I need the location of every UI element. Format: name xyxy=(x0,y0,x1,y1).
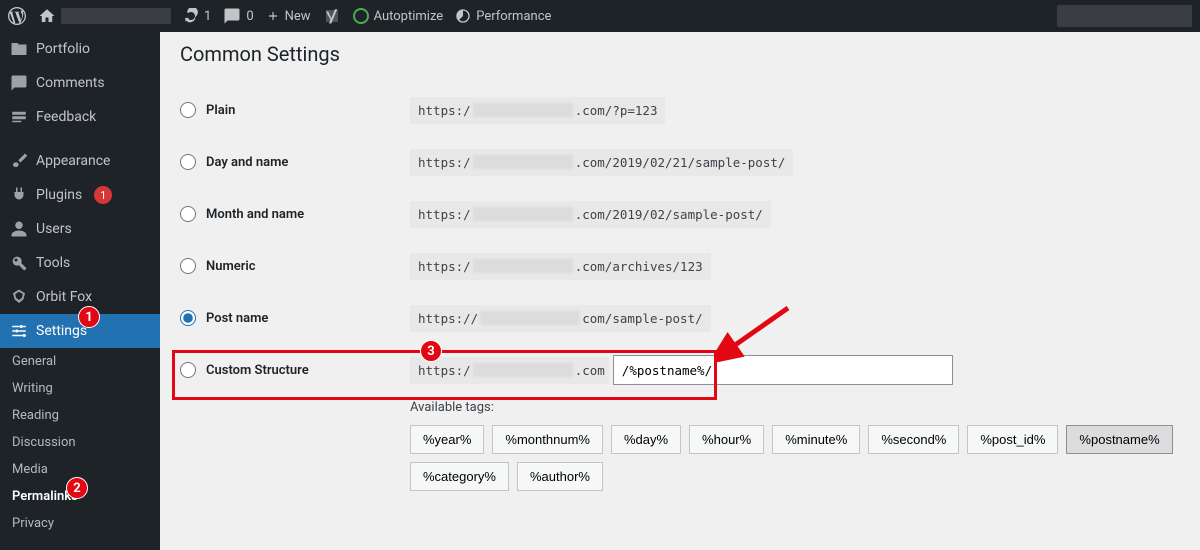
feedback-icon xyxy=(10,108,28,126)
tag-post-id[interactable]: %post_id% xyxy=(967,425,1058,454)
available-tags-label: Available tags: xyxy=(410,400,1180,415)
performance-item[interactable]: Performance xyxy=(455,8,551,24)
sidebar-item-label: Orbit Fox xyxy=(36,289,92,305)
sidebar-item-label: Plugins xyxy=(36,187,82,203)
autoptimize-item[interactable]: Autoptimize xyxy=(353,8,444,24)
sidebar-item-label: Comments xyxy=(36,75,105,91)
wp-logo[interactable] xyxy=(8,7,26,25)
annotation-3: 3 xyxy=(420,340,442,362)
radio-plain[interactable]: Plain xyxy=(180,102,400,118)
submenu-discussion[interactable]: Discussion xyxy=(0,429,160,456)
sidebar-item-label: Tools xyxy=(36,255,70,271)
tag-day[interactable]: %day% xyxy=(611,425,681,454)
yoast-icon[interactable] xyxy=(323,7,341,25)
annotation-1: 1 xyxy=(78,306,100,328)
refresh-item[interactable]: 1 xyxy=(183,8,211,24)
radio-plain-input[interactable] xyxy=(180,102,196,118)
custom-structure-input[interactable] xyxy=(613,355,953,385)
comments-item[interactable]: 0 xyxy=(223,7,253,25)
tag-minute[interactable]: %minute% xyxy=(772,425,860,454)
sliders-icon xyxy=(10,322,28,340)
tag-hour[interactable]: %hour% xyxy=(689,425,764,454)
sidebar-item-label: Appearance xyxy=(36,153,110,169)
domain-redacted xyxy=(480,311,580,325)
wrench-icon xyxy=(10,254,28,272)
radio-monthname-input[interactable] xyxy=(180,206,196,222)
tag-author[interactable]: %author% xyxy=(517,462,603,491)
tag-category[interactable]: %category% xyxy=(410,462,509,491)
domain-redacted xyxy=(473,155,573,169)
domain-redacted xyxy=(473,363,573,377)
submenu-permalinks[interactable]: Permalinks 2 xyxy=(0,483,160,510)
sidebar-item-feedback[interactable]: Feedback xyxy=(0,100,160,134)
permalink-option-numeric: Numeric https:/.com/archives/123 xyxy=(180,240,1180,292)
domain-redacted xyxy=(473,207,573,221)
plugins-update-badge: 1 xyxy=(94,186,112,204)
tag-postname[interactable]: %postname% xyxy=(1066,425,1172,454)
permalink-option-postname: Post name https://com/sample-post/ xyxy=(180,292,1180,344)
radio-monthname[interactable]: Month and name xyxy=(180,206,400,222)
refresh-count: 1 xyxy=(204,9,211,24)
autoptimize-label: Autoptimize xyxy=(374,9,444,24)
radio-postname-input[interactable] xyxy=(180,310,196,326)
submenu-writing[interactable]: Writing xyxy=(0,375,160,402)
sidebar-item-settings[interactable]: Settings 1 xyxy=(0,314,160,348)
domain-redacted xyxy=(473,103,573,117)
sidebar-item-tools[interactable]: Tools xyxy=(0,246,160,280)
permalink-option-custom: Custom Structure https:/.com xyxy=(180,344,1180,396)
comments-icon xyxy=(10,74,28,92)
submenu-reading[interactable]: Reading xyxy=(0,402,160,429)
home-icon[interactable] xyxy=(38,7,171,25)
tag-year[interactable]: %year% xyxy=(410,425,484,454)
permalink-option-dayname: Day and name https:/.com/2019/02/21/samp… xyxy=(180,136,1180,188)
user-account-redacted[interactable] xyxy=(1057,5,1192,27)
sidebar-item-label: Feedback xyxy=(36,109,96,125)
section-heading: Common Settings xyxy=(180,42,1180,66)
sidebar-item-label: Portfolio xyxy=(36,41,90,57)
radio-numeric[interactable]: Numeric xyxy=(180,258,400,274)
sidebar-item-portfolio[interactable]: Portfolio xyxy=(0,32,160,66)
domain-redacted xyxy=(473,259,573,273)
site-name-redacted xyxy=(61,8,171,24)
portfolio-icon xyxy=(10,40,28,58)
new-item[interactable]: New xyxy=(266,9,311,24)
tag-second[interactable]: %second% xyxy=(868,425,959,454)
admin-sidebar: Portfolio Comments Feedback Appearance P… xyxy=(0,32,160,550)
sidebar-item-plugins[interactable]: Plugins 1 xyxy=(0,178,160,212)
sidebar-item-users[interactable]: Users xyxy=(0,212,160,246)
user-icon xyxy=(10,220,28,238)
radio-postname[interactable]: Post name xyxy=(180,310,400,326)
available-tags: %year% %monthnum% %day% %hour% %minute% … xyxy=(410,425,1180,491)
submenu-privacy[interactable]: Privacy xyxy=(0,510,160,537)
radio-numeric-input[interactable] xyxy=(180,258,196,274)
orbit-fox-icon xyxy=(10,288,28,306)
sidebar-item-comments[interactable]: Comments xyxy=(0,66,160,100)
performance-label: Performance xyxy=(476,9,551,24)
permalink-option-plain: Plain https:/.com/?p=123 xyxy=(180,84,1180,136)
comments-count: 0 xyxy=(246,9,253,24)
new-label: New xyxy=(285,9,311,24)
admin-toolbar: 1 0 New Autoptimize Performance xyxy=(0,0,1200,32)
submenu-general[interactable]: General xyxy=(0,348,160,375)
brush-icon xyxy=(10,152,28,170)
tag-monthnum[interactable]: %monthnum% xyxy=(492,425,603,454)
sidebar-item-label: Users xyxy=(36,221,72,237)
sidebar-item-label: Settings xyxy=(36,323,87,339)
radio-dayname[interactable]: Day and name xyxy=(180,154,400,170)
radio-custom-input[interactable] xyxy=(180,362,196,378)
radio-dayname-input[interactable] xyxy=(180,154,196,170)
annotation-2: 2 xyxy=(66,477,88,499)
sidebar-item-appearance[interactable]: Appearance xyxy=(0,144,160,178)
radio-custom[interactable]: Custom Structure xyxy=(180,362,400,378)
plug-icon xyxy=(10,186,28,204)
permalink-option-monthname: Month and name https:/.com/2019/02/sampl… xyxy=(180,188,1180,240)
main-content: Common Settings Plain https:/.com/?p=123… xyxy=(160,32,1200,550)
